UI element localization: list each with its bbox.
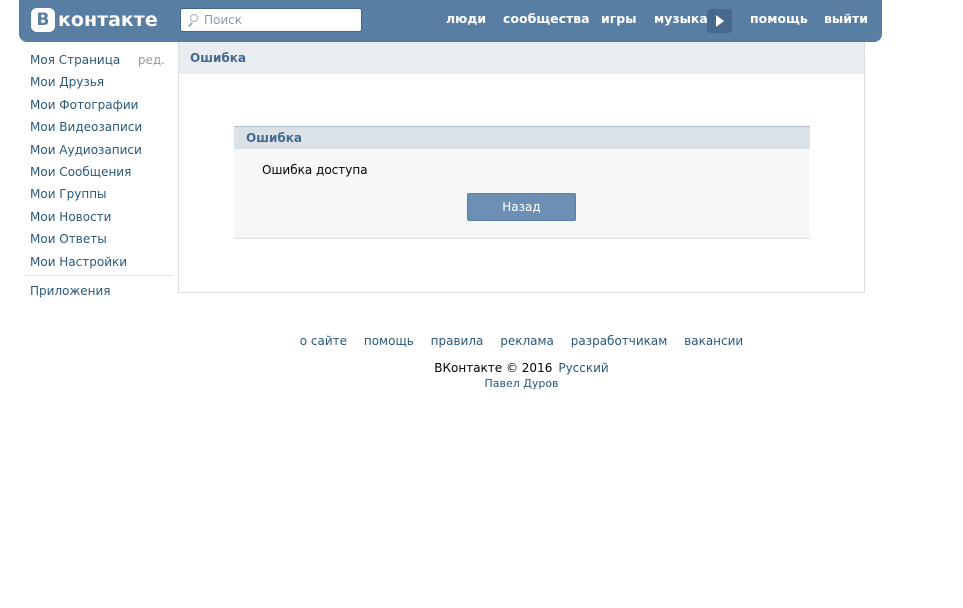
error-box-title: Ошибка bbox=[234, 126, 810, 149]
sidebar-item-photos[interactable]: Мои Фотографии bbox=[24, 94, 172, 116]
sidebar-item-my-page[interactable]: Моя Страница ред. bbox=[24, 49, 172, 71]
search-box[interactable] bbox=[180, 8, 362, 32]
sidebar-item-groups[interactable]: Мои Группы bbox=[24, 183, 172, 205]
main-content: Ошибка Ошибка Ошибка доступа Назад bbox=[178, 42, 865, 293]
edit-link[interactable]: ред. bbox=[138, 49, 165, 71]
sidebar-item-apps[interactable]: Приложения bbox=[24, 280, 172, 302]
sidebar-item-audio[interactable]: Мои Аудиозаписи bbox=[24, 139, 172, 161]
footer-link-help[interactable]: помощь bbox=[364, 334, 414, 348]
sidebar-item-label: Моя Страница bbox=[30, 53, 121, 67]
copyright-text: ВКонтакте © 2016 bbox=[434, 361, 553, 375]
nav-music[interactable]: музыка bbox=[654, 0, 708, 38]
footer-link-developers[interactable]: разработчикам bbox=[571, 334, 668, 348]
author-link[interactable]: Павел Дуров bbox=[484, 377, 558, 390]
play-button[interactable] bbox=[707, 9, 732, 33]
language-link[interactable]: Русский bbox=[558, 361, 608, 375]
nav-logout[interactable]: выйти bbox=[824, 0, 868, 38]
footer-links: о сайте помощь правила реклама разработч… bbox=[0, 334, 963, 348]
search-icon bbox=[187, 14, 199, 27]
sidebar-item-messages[interactable]: Мои Сообщения bbox=[24, 161, 172, 183]
footer-link-about[interactable]: о сайте bbox=[300, 334, 347, 348]
page-title: Ошибка bbox=[179, 42, 864, 74]
sidebar-item-friends[interactable]: Мои Друзья bbox=[24, 71, 172, 93]
play-icon bbox=[716, 15, 724, 27]
nav-help[interactable]: помощь bbox=[750, 0, 808, 38]
error-message: Ошибка доступа bbox=[262, 163, 368, 177]
sidebar-divider bbox=[24, 274, 172, 276]
sidebar-item-news[interactable]: Мои Новости bbox=[24, 206, 172, 228]
logo-text: контакте bbox=[58, 9, 158, 31]
sidebar-item-answers[interactable]: Мои Ответы bbox=[24, 228, 172, 250]
top-header: В контакте люди сообщества игры музыка п… bbox=[19, 0, 882, 42]
footer-link-jobs[interactable]: вакансии bbox=[684, 334, 743, 348]
logo-badge: В bbox=[31, 8, 55, 32]
error-box: Ошибка Ошибка доступа Назад bbox=[234, 126, 810, 239]
sidebar-item-videos[interactable]: Мои Видеозаписи bbox=[24, 116, 172, 138]
back-button[interactable]: Назад bbox=[467, 193, 576, 221]
footer-author-line: Павел Дуров bbox=[0, 377, 963, 390]
footer-link-rules[interactable]: правила bbox=[431, 334, 484, 348]
footer-link-ads[interactable]: реклама bbox=[500, 334, 554, 348]
nav-games[interactable]: игры bbox=[601, 0, 637, 38]
nav-people[interactable]: люди bbox=[446, 0, 486, 38]
nav-communities[interactable]: сообщества bbox=[503, 0, 590, 38]
search-input[interactable] bbox=[204, 13, 354, 27]
footer-copyright-line: ВКонтакте © 2016 Русский bbox=[0, 361, 963, 375]
vk-logo[interactable]: В контакте bbox=[31, 7, 158, 33]
sidebar-item-settings[interactable]: Мои Настройки bbox=[24, 251, 172, 273]
left-sidebar: Моя Страница ред. Мои Друзья Мои Фотогра… bbox=[24, 49, 172, 302]
